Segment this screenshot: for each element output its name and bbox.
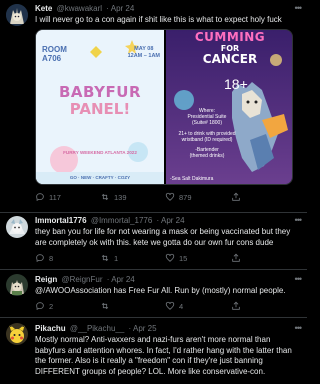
- timestamp[interactable]: Apr 24: [111, 4, 135, 13]
- tweet-media[interactable]: ROOM A706 MAY 08 12AM – 1AM BABYFUR PANE…: [35, 29, 293, 185]
- display-name[interactable]: Reign: [35, 275, 57, 284]
- tweet-text: I will never go to a con again if shit l…: [35, 15, 282, 24]
- avatar[interactable]: [6, 323, 28, 345]
- like-button[interactable]: 15: [165, 253, 187, 263]
- display-name[interactable]: Immortal1776: [35, 216, 87, 225]
- avatar-image: [6, 323, 28, 345]
- avatar-image: [6, 4, 28, 26]
- flyer-bottom-text: GO · NEW · CRAFTY · COZY: [69, 175, 131, 180]
- tweet-reign[interactable]: Reign @ReignFur · Apr 24 ••• @/AWOOAssoc…: [0, 270, 307, 318]
- panel-title: BABYFUR PANEL!: [59, 83, 141, 118]
- share-icon: [232, 253, 240, 262]
- retweet-icon: [101, 193, 109, 201]
- like-count: 15: [179, 253, 188, 263]
- separator-dot: ·: [156, 216, 160, 225]
- avatar-image: [6, 274, 28, 296]
- reply-button[interactable]: 117: [35, 192, 61, 202]
- reply-button[interactable]: 8: [35, 253, 53, 263]
- tweet-text: they ban you for life for not wearing a …: [35, 227, 291, 247]
- share-button[interactable]: [231, 301, 241, 311]
- tweet-actions: 117 139 879: [35, 192, 301, 204]
- date-label: MAY 08 12AM – 1AM: [127, 46, 160, 59]
- display-name[interactable]: Pikachu: [35, 324, 66, 333]
- share-button[interactable]: [231, 192, 241, 202]
- reply-count: 117: [49, 192, 61, 202]
- reply-icon: [36, 193, 44, 202]
- timestamp[interactable]: Apr 25: [133, 324, 157, 333]
- user-handle[interactable]: @__Pikachu__: [70, 324, 124, 333]
- timestamp[interactable]: Apr 24: [161, 216, 185, 225]
- user-handle[interactable]: @Immortal_1776: [91, 216, 152, 225]
- heart-icon: [165, 253, 175, 262]
- retweet-button[interactable]: 1: [100, 253, 118, 263]
- retweet-icon: [101, 254, 109, 262]
- share-icon: [232, 301, 240, 310]
- reply-count: 8: [49, 253, 54, 263]
- tweet-immortal1776[interactable]: Immortal1776 @Immortal_1776 · Apr 24 •••…: [0, 213, 307, 270]
- retweet-button[interactable]: [100, 301, 114, 311]
- avatar[interactable]: [6, 216, 28, 238]
- tweet-actions: 2 4: [35, 301, 301, 313]
- reply-count: 2: [49, 301, 54, 311]
- tweet-actions: 8 1 15: [35, 253, 301, 265]
- avatar[interactable]: [6, 4, 28, 26]
- timestamp[interactable]: Apr 24: [111, 275, 135, 284]
- heart-icon: [165, 192, 175, 201]
- like-count: 4: [179, 301, 184, 311]
- flyer-headline: CUMMING FOR CANCER: [194, 30, 266, 66]
- share-button[interactable]: [231, 253, 241, 263]
- reply-button[interactable]: 2: [35, 301, 53, 311]
- flyer-details: Where: Presidential Suite (Suite# 1800) …: [178, 108, 236, 160]
- heart-icon: [165, 301, 175, 310]
- more-options-icon[interactable]: •••: [295, 274, 303, 285]
- reply-icon: [36, 302, 44, 311]
- tweet-header: Immortal1776 @Immortal_1776 · Apr 24 •••: [35, 215, 303, 226]
- room-label: ROOM A706: [42, 45, 67, 63]
- avatar-image: [6, 216, 28, 238]
- tweet-header: Reign @ReignFur · Apr 24 •••: [35, 274, 303, 285]
- tweet-kete[interactable]: Kete @kwawakarl · Apr 24 ••• I will neve…: [0, 0, 307, 213]
- like-button[interactable]: 4: [165, 301, 183, 311]
- tweet-header: Pikachu @__Pikachu__ · Apr 25 •••: [35, 323, 303, 334]
- tweet-text: @/AWOOAssociation has Free Fur All. Run …: [35, 286, 286, 295]
- retweet-icon: [101, 302, 109, 310]
- separator-dot: ·: [106, 4, 109, 13]
- more-options-icon[interactable]: •••: [295, 3, 303, 14]
- event-footer: FURRY WEEKEND ATLANTA 2022: [63, 150, 137, 155]
- more-options-icon[interactable]: •••: [295, 323, 303, 334]
- share-icon: [232, 192, 240, 201]
- separator-dot: ·: [106, 275, 110, 284]
- reply-icon: [36, 254, 44, 263]
- user-handle[interactable]: @ReignFur: [61, 275, 102, 284]
- media-image-right[interactable]: CUMMING FOR CANCER 18+ Where: Presidenti…: [166, 30, 292, 184]
- tweet-header: Kete @kwawakarl · Apr 24 •••: [35, 3, 303, 14]
- separator-dot: ·: [128, 324, 132, 333]
- age-badge: 18+: [224, 76, 248, 92]
- flyer-host: -Sea Salt Dakimura: [170, 176, 214, 182]
- more-options-icon[interactable]: •••: [295, 215, 303, 226]
- retweet-count: 139: [114, 192, 127, 202]
- like-count: 879: [179, 192, 192, 202]
- tweet-pikachu[interactable]: Pikachu @__Pikachu__ · Apr 25 ••• Mostly…: [0, 318, 307, 384]
- retweet-button[interactable]: 139: [100, 192, 127, 202]
- media-image-left[interactable]: ROOM A706 MAY 08 12AM – 1AM BABYFUR PANE…: [36, 30, 164, 184]
- like-button[interactable]: 879: [165, 192, 192, 202]
- display-name[interactable]: Kete: [35, 4, 52, 13]
- avatar[interactable]: [6, 274, 28, 296]
- tweet-text: Mostly normal? Anti-vaxxers and nazi-fur…: [35, 335, 292, 376]
- user-handle[interactable]: @kwawakarl: [57, 4, 102, 13]
- retweet-count: 1: [114, 253, 119, 263]
